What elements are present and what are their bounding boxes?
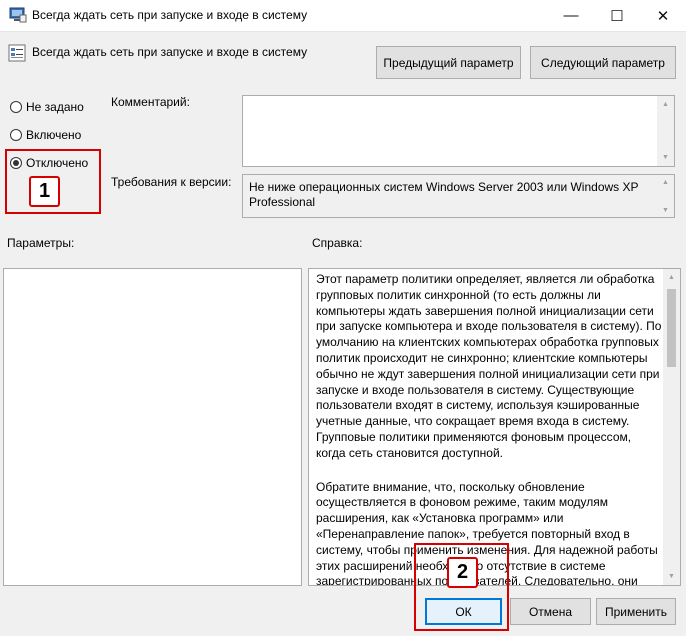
- help-paragraph: Этот параметр политики определяет, являе…: [316, 272, 662, 460]
- next-setting-button[interactable]: Следующий параметр: [530, 46, 676, 79]
- minimize-button[interactable]: —: [548, 0, 594, 31]
- help-panel: Этот параметр политики определяет, являе…: [308, 268, 681, 586]
- radio-circle[interactable]: [10, 129, 22, 141]
- requirements-scrollbar[interactable]: ▲ ▼: [657, 175, 674, 217]
- maximize-button[interactable]: ☐: [594, 0, 640, 31]
- policy-name: Всегда ждать сеть при запуске и входе в …: [32, 45, 308, 59]
- close-button[interactable]: ✕: [640, 0, 686, 31]
- help-label: Справка:: [312, 236, 363, 250]
- comment-scrollbar[interactable]: ▲ ▼: [657, 96, 674, 166]
- maximize-icon: ☐: [610, 7, 624, 25]
- radio-label: Не задано: [26, 100, 84, 114]
- radio-enabled[interactable]: Включено: [10, 128, 81, 142]
- scroll-up-arrow-icon[interactable]: ▲: [657, 175, 674, 189]
- apply-button[interactable]: Применить: [596, 598, 676, 625]
- scroll-down-arrow-icon[interactable]: ▼: [657, 149, 674, 166]
- comment-label: Комментарий:: [111, 95, 190, 109]
- scroll-up-arrow-icon[interactable]: ▲: [657, 96, 674, 113]
- requirements-value: Не ниже операционных систем Windows Serv…: [249, 180, 639, 209]
- help-text: Этот параметр политики определяет, являе…: [316, 272, 662, 585]
- parameters-panel: [3, 268, 302, 586]
- minimize-icon: —: [563, 7, 579, 24]
- radio-not-configured[interactable]: Не задано: [10, 100, 84, 114]
- window-title: Всегда ждать сеть при запуске и входе в …: [32, 8, 308, 22]
- comment-field[interactable]: ▲ ▼: [242, 95, 675, 167]
- radio-label: Включено: [26, 128, 82, 142]
- scroll-up-arrow-icon[interactable]: ▲: [663, 269, 680, 286]
- annotation-badge-1: 1: [29, 176, 60, 207]
- scroll-thumb[interactable]: [667, 289, 676, 367]
- scroll-down-arrow-icon[interactable]: ▼: [657, 203, 674, 217]
- help-scrollbar[interactable]: ▲ ▼: [663, 269, 680, 585]
- requirements-field: Не ниже операционных систем Windows Serv…: [242, 174, 675, 218]
- requirements-label: Требования к версии:: [111, 175, 232, 189]
- close-icon: ✕: [656, 7, 670, 25]
- scroll-down-arrow-icon[interactable]: ▼: [663, 568, 680, 585]
- previous-setting-button[interactable]: Предыдущий параметр: [376, 46, 521, 79]
- policy-setting-icon: [8, 44, 26, 62]
- policy-window-icon: [9, 7, 27, 23]
- cancel-button[interactable]: Отмена: [510, 598, 591, 625]
- parameters-label: Параметры:: [7, 236, 75, 250]
- annotation-badge-2: 2: [447, 557, 478, 588]
- radio-circle[interactable]: [10, 101, 22, 113]
